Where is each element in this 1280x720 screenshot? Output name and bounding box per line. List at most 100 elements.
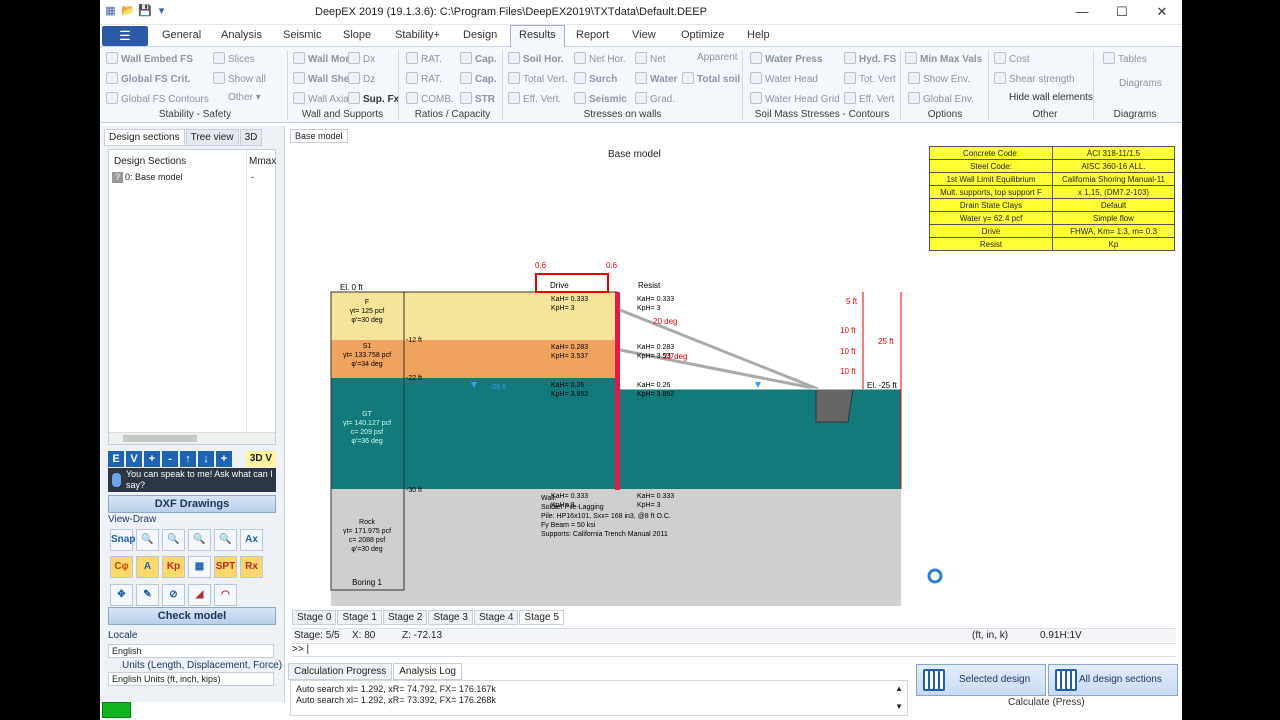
grad-button[interactable]: Grad. <box>635 92 675 105</box>
seismic-button[interactable]: Seismic <box>574 92 627 105</box>
str-button[interactable]: STR <box>460 92 495 105</box>
spt-button[interactable]: SPT <box>214 556 237 578</box>
tab-stage-2[interactable]: Stage 2 <box>382 610 428 625</box>
show-all-button[interactable]: Show all <box>213 72 266 85</box>
comb-button[interactable]: COMB. <box>406 92 454 105</box>
tab-analysis-log[interactable]: Analysis Log <box>393 663 462 680</box>
edit-section-button[interactable]: E <box>108 451 124 467</box>
wedge-icon[interactable]: ◢ <box>188 584 211 606</box>
hyd-fs-button[interactable]: Hyd. FS <box>844 52 896 65</box>
soil-hor-button[interactable]: Soil Hor. <box>508 52 564 65</box>
rat-button-2[interactable]: RAT. <box>406 72 442 85</box>
area-button[interactable]: A <box>136 556 159 578</box>
horizontal-scrollbar[interactable] <box>109 432 275 444</box>
check-model-button[interactable]: Check model <box>108 607 276 625</box>
net-button[interactable]: Net <box>635 52 666 65</box>
locale-select[interactable]: English <box>108 644 274 658</box>
global-fs-crit-button[interactable]: Global FS Crit. <box>106 72 190 85</box>
move-up-button[interactable]: ↑ <box>180 451 196 467</box>
wall-axial-button[interactable]: Wall Axial <box>293 92 351 105</box>
cap-button-2[interactable]: Cap. <box>460 72 497 85</box>
tab-stage-5[interactable]: Stage 5 <box>519 610 564 625</box>
apparent-button[interactable]: Apparent <box>697 52 738 63</box>
water-head-grid-button[interactable]: Water Head Grid <box>750 92 840 105</box>
menu-general[interactable]: General <box>162 29 201 41</box>
tables-button[interactable]: Tables <box>1103 52 1147 65</box>
global-fs-contours-button[interactable]: Global FS Contours <box>106 92 209 105</box>
dxf-drawings-button[interactable]: DXF Drawings <box>108 495 276 513</box>
drawing-canvas[interactable]: Base model Base model Concrete Code: ACI … <box>288 126 1182 626</box>
menu-view[interactable]: View <box>632 29 656 41</box>
3d-view-button[interactable]: 3D V <box>246 451 276 467</box>
hide-wall-elements-button[interactable]: Hide wall elements <box>1009 92 1093 103</box>
minimize-button[interactable]: — <box>1062 0 1102 25</box>
snap-button[interactable]: Snap <box>110 529 135 551</box>
dropdown-icon[interactable]: ▾ <box>155 5 168 18</box>
total-soil-button[interactable]: Total soil <box>682 72 740 85</box>
tab-stage-4[interactable]: Stage 4 <box>473 610 519 625</box>
open-icon[interactable]: 📂 <box>121 5 135 18</box>
list-item[interactable]: ? 0: Base model - <box>112 172 254 183</box>
zoom-window-icon[interactable]: 🔍 <box>188 529 211 551</box>
tab-tree-view[interactable]: Tree view <box>185 129 239 146</box>
save-icon[interactable]: 💾 <box>138 5 152 18</box>
show-env-button[interactable]: Show Env. <box>908 72 970 85</box>
scroll-down-icon[interactable]: ▼ <box>895 701 903 712</box>
kp-button[interactable]: Kp <box>162 556 185 578</box>
menu-optimize[interactable]: Optimize <box>681 29 724 41</box>
slices-button[interactable]: Slices <box>213 52 255 65</box>
units-select[interactable]: English Units (ft, inch, kips) <box>108 672 274 686</box>
soil-params-button[interactable]: Cφ <box>110 556 133 578</box>
voice-assistant[interactable]: You can speak to me! Ask what can I say? <box>108 468 276 492</box>
dx-button[interactable]: Dx <box>348 52 375 65</box>
move-down-button[interactable]: ↓ <box>198 451 214 467</box>
dz-button[interactable]: Dz <box>348 72 375 85</box>
menu-stability[interactable]: Stability+ <box>395 29 440 41</box>
global-env-button[interactable]: Global Env. <box>908 92 974 105</box>
min-max-vals-button[interactable]: Min Max Vals <box>905 52 982 65</box>
maximize-button[interactable]: ☐ <box>1102 0 1142 25</box>
slope-icon[interactable]: ◠ <box>214 584 237 606</box>
menu-analysis[interactable]: Analysis <box>221 29 262 41</box>
eraser-icon[interactable]: ✎ <box>136 584 159 606</box>
zoom-all-icon[interactable]: 🔍 <box>214 529 237 551</box>
axes-button[interactable]: Ax <box>240 529 263 551</box>
diagrams-button[interactable]: Diagrams <box>1119 78 1162 89</box>
add-section-button[interactable]: + <box>144 451 160 467</box>
shear-strength-button[interactable]: Shear strength <box>994 72 1075 85</box>
sup-fx-button[interactable]: Sup. Fx <box>348 92 399 105</box>
wall-embed-fs-button[interactable]: Wall Embed FS <box>106 52 193 65</box>
all-design-sections-button[interactable]: All design sections <box>1048 664 1178 696</box>
add-button[interactable]: + <box>216 451 232 467</box>
total-vert-button[interactable]: Total Vert. <box>508 72 567 85</box>
scroll-thumb[interactable] <box>123 435 197 442</box>
menu-design[interactable]: Design <box>463 29 497 41</box>
water-press-button[interactable]: Water Press <box>750 52 822 65</box>
view-section-button[interactable]: V <box>126 451 142 467</box>
no-support-icon[interactable]: ⊘ <box>162 584 185 606</box>
menu-report[interactable]: Report <box>576 29 609 41</box>
eff-vert-contour-button[interactable]: Eff. Vert <box>844 92 894 105</box>
tab-design-sections[interactable]: Design sections <box>104 129 185 146</box>
scroll-up-icon[interactable]: ▲ <box>895 683 903 694</box>
tot-vert-button[interactable]: Tot. Vert <box>844 72 896 85</box>
zoom-out-icon[interactable]: 🔍 <box>162 529 185 551</box>
close-button[interactable]: ✕ <box>1142 0 1182 25</box>
zoom-in-icon[interactable]: 🔍 <box>136 529 159 551</box>
menu-seismic[interactable]: Seismic <box>283 29 322 41</box>
layer-button[interactable]: ▦ <box>188 556 211 578</box>
tab-3d[interactable]: 3D <box>239 129 263 146</box>
rx-button[interactable]: Rx <box>240 556 263 578</box>
other-dropdown[interactable]: Other ▾ <box>228 92 261 103</box>
net-hor-button[interactable]: Net Hor. <box>574 52 626 65</box>
selected-design-button[interactable]: Selected design <box>916 664 1046 696</box>
cap-button-1[interactable]: Cap. <box>460 52 497 65</box>
menu-results[interactable]: Results <box>510 25 565 48</box>
app-menu-button[interactable]: ☰ <box>102 26 148 46</box>
cost-button[interactable]: Cost <box>994 52 1030 65</box>
rat-button-1[interactable]: RAT. <box>406 52 442 65</box>
remove-section-button[interactable]: - <box>162 451 178 467</box>
menu-help[interactable]: Help <box>747 29 770 41</box>
tab-calculation-progress[interactable]: Calculation Progress <box>288 663 393 680</box>
menu-slope[interactable]: Slope <box>343 29 371 41</box>
